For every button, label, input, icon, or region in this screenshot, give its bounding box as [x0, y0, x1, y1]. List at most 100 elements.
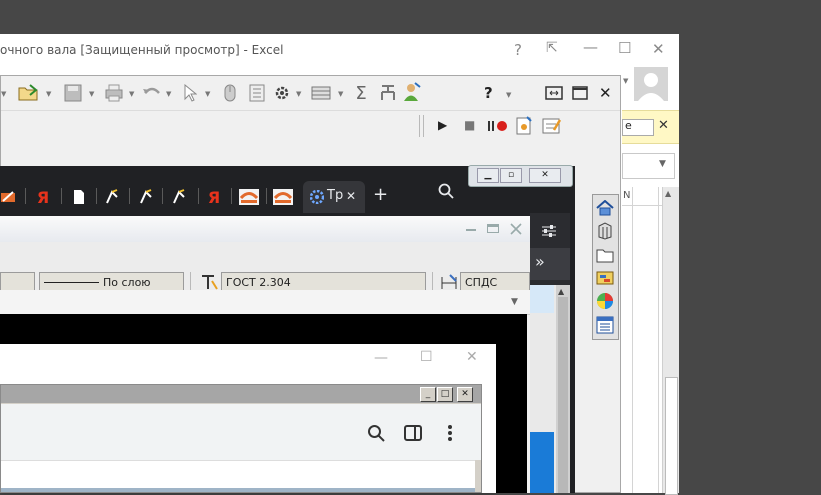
- layers-icon: [596, 271, 613, 284]
- text-style-icon: [199, 272, 219, 292]
- color-button[interactable]: [595, 291, 614, 310]
- open-folder-icon: [18, 84, 38, 101]
- cad-maximize-button[interactable]: [571, 85, 589, 101]
- restore-icon: [545, 86, 563, 100]
- sidebar-expand-button[interactable]: »: [530, 248, 570, 280]
- print-button[interactable]: [101, 83, 127, 103]
- dim-style-icon: [439, 272, 459, 292]
- sidebar-settings-button[interactable]: [538, 222, 560, 240]
- kompas-icon: [140, 189, 152, 204]
- excel-close-button[interactable]: ✕: [652, 40, 665, 58]
- sheet-grid[interactable]: N ▲: [622, 187, 679, 495]
- enable-editing-button[interactable]: е: [622, 119, 654, 136]
- record-button[interactable]: [486, 117, 510, 135]
- drawing-titlebar: [0, 216, 530, 243]
- text-style-combo[interactable]: ГОСТ 2.304: [221, 272, 426, 292]
- table-icon: [311, 86, 331, 100]
- warn-close-button[interactable]: ✕: [658, 118, 669, 133]
- select-button[interactable]: [179, 83, 201, 103]
- library-button[interactable]: [595, 221, 614, 240]
- undo-icon: [143, 87, 160, 94]
- settings-button[interactable]: [271, 83, 293, 103]
- maximize-icon[interactable]: [487, 224, 499, 233]
- tab-kompas-3[interactable]: [167, 183, 191, 211]
- home-button[interactable]: [595, 198, 614, 217]
- scrollbar-thumb[interactable]: [558, 297, 568, 493]
- mouse-button[interactable]: [219, 83, 241, 103]
- gear-badge-icon: [310, 190, 324, 204]
- viewer-sidebar-button[interactable]: [402, 422, 424, 444]
- viewer-content[interactable]: [1, 460, 475, 489]
- undo-button[interactable]: [140, 83, 164, 103]
- vertical-scrollbar[interactable]: ▲: [662, 187, 679, 495]
- new-tab-button[interactable]: +: [373, 184, 388, 205]
- folder-button[interactable]: [595, 245, 614, 264]
- schema-button[interactable]: [377, 83, 399, 103]
- linetype-combo[interactable]: По слою: [39, 272, 184, 292]
- color-combo[interactable]: [0, 272, 35, 292]
- site-logo-icon: [273, 189, 293, 205]
- protected-view-bar: е ✕: [622, 110, 679, 144]
- tab-yandex-2[interactable]: Я: [203, 183, 225, 211]
- excel-minimize-button[interactable]: —: [583, 38, 598, 56]
- column-header: N: [623, 190, 631, 201]
- browser-close-button[interactable]: ✕: [529, 168, 561, 183]
- user-icon: [638, 73, 664, 101]
- layers-button[interactable]: [595, 268, 614, 287]
- tab-site-1[interactable]: [236, 183, 262, 211]
- legacy-minimize-button[interactable]: _: [420, 387, 436, 402]
- tab-kompas-2[interactable]: [134, 183, 158, 211]
- stop-button[interactable]: ■: [464, 118, 475, 132]
- viewer-toolbar: [1, 404, 481, 460]
- tab-yandex[interactable]: Я: [32, 183, 54, 211]
- maximize-icon: [572, 86, 588, 100]
- text-style-icon: [202, 275, 218, 290]
- close-icon[interactable]: [510, 223, 522, 235]
- dialog-close-button[interactable]: ✕: [466, 349, 478, 365]
- panel-item-selected[interactable]: [530, 285, 554, 313]
- viewer-menu-button[interactable]: [442, 422, 458, 444]
- tab-site-2[interactable]: [270, 183, 296, 211]
- viewer-search-button[interactable]: [365, 422, 387, 444]
- macro-edit-button[interactable]: [513, 115, 535, 137]
- cad-restore-button[interactable]: [544, 85, 564, 101]
- printer-icon: [105, 84, 123, 102]
- panel-scrollbar[interactable]: ▲: [556, 285, 570, 493]
- legacy-close-button[interactable]: ✕: [457, 387, 473, 402]
- folder-icon: [596, 249, 613, 262]
- save-button[interactable]: [61, 83, 85, 103]
- macro-manage-button[interactable]: [541, 115, 563, 137]
- ribbon-display-button[interactable]: ⇱: [546, 40, 558, 56]
- open-folder-button[interactable]: [14, 83, 44, 103]
- sum-button[interactable]: Σ: [351, 83, 371, 104]
- tab-close-button[interactable]: ✕: [346, 189, 356, 203]
- browser-minimize-button[interactable]: ▁: [477, 168, 499, 183]
- excel-help-button[interactable]: ?: [514, 41, 522, 59]
- properties-list-button[interactable]: [595, 315, 614, 334]
- table-button[interactable]: [309, 83, 333, 103]
- minimize-icon[interactable]: [466, 225, 476, 231]
- properties-button[interactable]: [246, 83, 268, 103]
- tab-pinned[interactable]: [0, 183, 18, 211]
- account-avatar[interactable]: [634, 67, 668, 101]
- macro-icon: [516, 116, 532, 135]
- play-button[interactable]: ▶: [438, 118, 447, 132]
- excel-maximize-button[interactable]: ☐: [618, 39, 631, 57]
- user-edit-button[interactable]: [401, 81, 423, 103]
- panel-item-highlight[interactable]: [530, 432, 554, 493]
- chevron-down-icon[interactable]: ▼: [511, 297, 518, 307]
- tab-search-button[interactable]: [436, 181, 456, 201]
- tab-document[interactable]: [68, 183, 90, 211]
- dim-style-combo[interactable]: СПДС: [460, 272, 530, 292]
- browser-maximize-button[interactable]: ▫: [500, 168, 522, 183]
- legacy-maximize-button[interactable]: □: [437, 387, 453, 402]
- tool-palette: [592, 194, 619, 340]
- cad-close-button[interactable]: ✕: [599, 84, 612, 102]
- tab-kompas-1[interactable]: [100, 183, 124, 211]
- scrollbar-thumb[interactable]: [665, 377, 678, 495]
- dialog-minimize-button[interactable]: —: [374, 350, 388, 366]
- tab-active[interactable]: Тр ✕: [303, 181, 365, 213]
- cad-help-button[interactable]: ?: [484, 84, 493, 102]
- name-box[interactable]: ▼: [622, 153, 675, 179]
- dialog-maximize-button[interactable]: ☐: [420, 349, 433, 365]
